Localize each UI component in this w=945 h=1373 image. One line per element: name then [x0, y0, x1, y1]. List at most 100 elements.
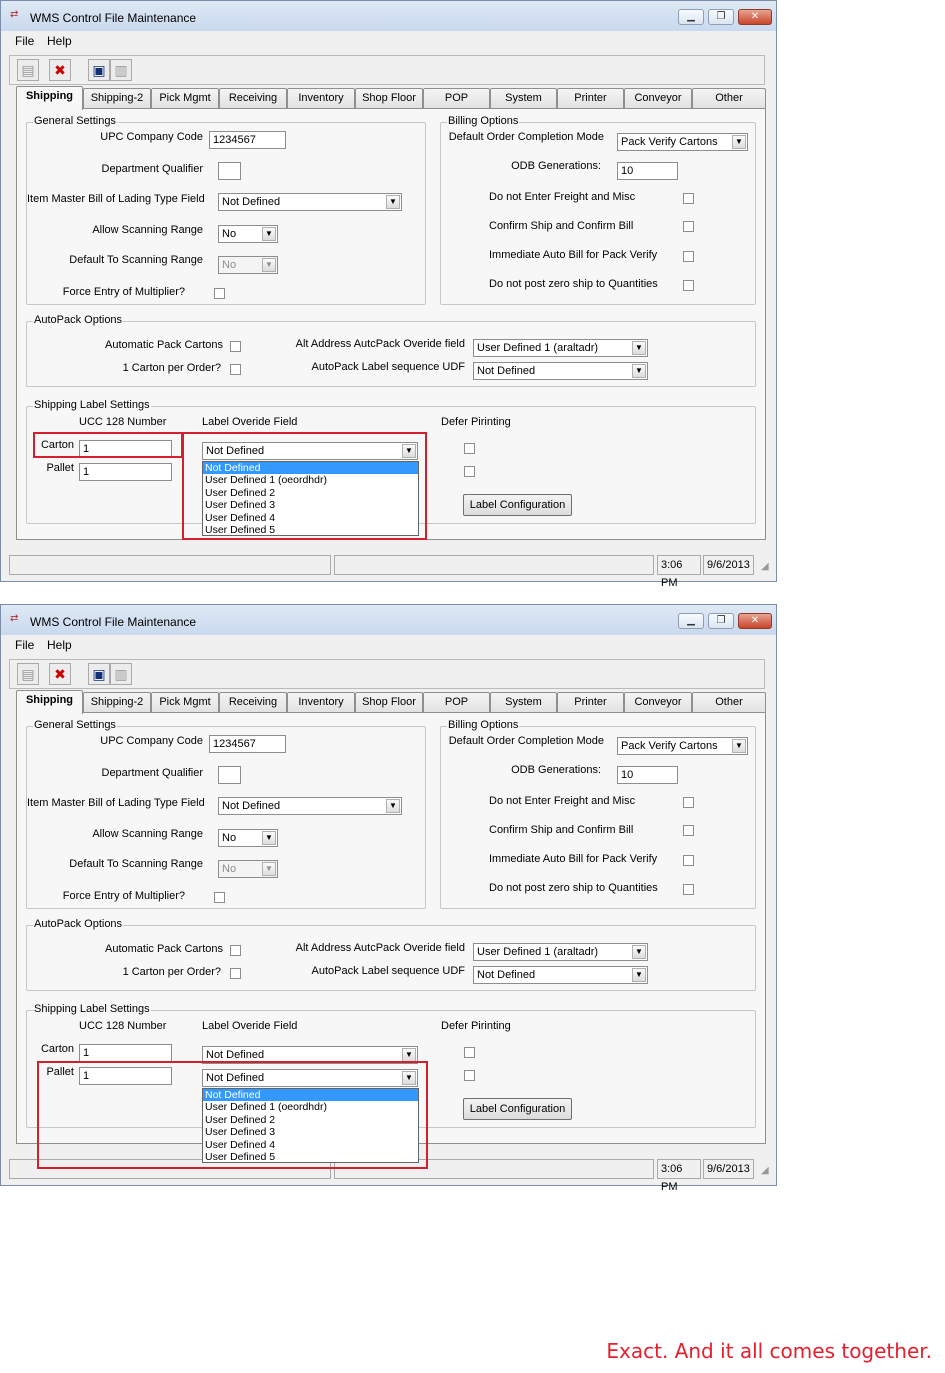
resize-grip-icon[interactable]: ◢	[761, 561, 769, 572]
tab-pick-mgmt[interactable]: Pick Mgmt	[151, 692, 219, 712]
chevron-down-icon[interactable]: ▼	[632, 341, 646, 355]
dropdown-option[interactable]: User Defined 5	[203, 1151, 418, 1163]
chevron-down-icon[interactable]: ▼	[386, 195, 400, 209]
alt-address-select[interactable]: User Defined 1 (araltadr) ▼	[473, 943, 648, 961]
odb-generations-input[interactable]: 10	[617, 766, 678, 784]
pallet-ucc-input[interactable]: 1	[79, 463, 172, 481]
auto-pack-checkbox[interactable]	[230, 945, 241, 956]
allow-scan-select[interactable]: No ▼	[218, 225, 278, 243]
auto-pack-checkbox[interactable]	[230, 341, 241, 352]
one-carton-checkbox[interactable]	[230, 968, 241, 979]
override-dropdown-list[interactable]: Not Defined User Defined 1 (oeordhdr) Us…	[202, 461, 419, 536]
cancel-x-icon[interactable]: ✖	[49, 663, 71, 685]
tab-conveyor[interactable]: Conveyor	[624, 692, 692, 712]
autobill-checkbox[interactable]	[683, 251, 694, 262]
tab-inventory[interactable]: Inventory	[287, 88, 355, 108]
cancel-x-icon[interactable]: ✖	[49, 59, 71, 81]
tab-printer[interactable]: Printer	[557, 88, 624, 108]
dropdown-option[interactable]: User Defined 2	[203, 487, 418, 499]
dropdown-option[interactable]: User Defined 4	[203, 1139, 418, 1151]
minimize-icon[interactable]: ▁	[678, 9, 704, 25]
chevron-down-icon[interactable]: ▼	[262, 831, 276, 845]
tab-other[interactable]: Other	[692, 88, 766, 108]
bol-type-select[interactable]: Not Defined ▼	[218, 797, 402, 815]
resize-grip-icon[interactable]: ◢	[761, 1165, 769, 1176]
restore-icon[interactable]: ❐	[708, 9, 734, 25]
tab-printer[interactable]: Printer	[557, 692, 624, 712]
carton-defer-checkbox[interactable]	[464, 1047, 475, 1058]
save-disk-icon[interactable]: ▣	[88, 663, 110, 685]
dropdown-option[interactable]: Not Defined	[203, 462, 418, 475]
dropdown-option[interactable]: Not Defined	[203, 1089, 418, 1102]
pallet-defer-checkbox[interactable]	[464, 1070, 475, 1081]
zero-ship-checkbox[interactable]	[683, 884, 694, 895]
allow-scan-select[interactable]: No ▼	[218, 829, 278, 847]
tab-conveyor[interactable]: Conveyor	[624, 88, 692, 108]
menu-file[interactable]: File	[15, 638, 34, 652]
label-configuration-button[interactable]: Label Configuration	[463, 494, 572, 516]
tab-pop[interactable]: POP	[423, 692, 490, 712]
tab-shop-floor[interactable]: Shop Floor	[355, 692, 423, 712]
dropdown-option[interactable]: User Defined 4	[203, 512, 418, 524]
freight-checkbox[interactable]	[683, 797, 694, 808]
dropdown-option[interactable]: User Defined 5	[203, 524, 418, 536]
dept-qualifier-input[interactable]	[218, 162, 241, 180]
chevron-down-icon[interactable]: ▼	[732, 135, 746, 149]
force-multiplier-checkbox[interactable]	[214, 892, 225, 903]
chevron-down-icon[interactable]: ▼	[262, 227, 276, 241]
menu-file[interactable]: File	[15, 34, 34, 48]
tab-shipping[interactable]: Shipping	[16, 86, 83, 110]
seq-udf-select[interactable]: Not Defined ▼	[473, 362, 648, 380]
bol-type-select[interactable]: Not Defined ▼	[218, 193, 402, 211]
chevron-down-icon[interactable]: ▼	[402, 1048, 416, 1062]
restore-icon[interactable]: ❐	[708, 613, 734, 629]
label-configuration-button[interactable]: Label Configuration	[463, 1098, 572, 1120]
carton-ucc-input[interactable]: 1	[79, 1044, 172, 1062]
upc-company-code-input[interactable]: 1234567	[209, 131, 286, 149]
close-icon[interactable]: ✕	[738, 9, 772, 25]
override-dropdown-list[interactable]: Not Defined User Defined 1 (oeordhdr) Us…	[202, 1088, 419, 1163]
odb-generations-input[interactable]: 10	[617, 162, 678, 180]
alt-address-select[interactable]: User Defined 1 (araltadr) ▼	[473, 339, 648, 357]
force-multiplier-checkbox[interactable]	[214, 288, 225, 299]
new-record-icon[interactable]: ▤	[17, 663, 39, 685]
tab-system[interactable]: System	[490, 88, 557, 108]
tab-other[interactable]: Other	[692, 692, 766, 712]
minimize-icon[interactable]: ▁	[678, 613, 704, 629]
title-bar[interactable]: ⇄ WMS Control File Maintenance ▁ ❐ ✕	[1, 1, 776, 31]
tab-pick-mgmt[interactable]: Pick Mgmt	[151, 88, 219, 108]
completion-mode-select[interactable]: Pack Verify Cartons ▼	[617, 737, 748, 755]
delete-trash-icon[interactable]: ▥	[110, 59, 132, 81]
tab-shop-floor[interactable]: Shop Floor	[355, 88, 423, 108]
dropdown-option[interactable]: User Defined 3	[203, 499, 418, 511]
tab-pop[interactable]: POP	[423, 88, 490, 108]
autobill-checkbox[interactable]	[683, 855, 694, 866]
pallet-defer-checkbox[interactable]	[464, 466, 475, 477]
tab-inventory[interactable]: Inventory	[287, 692, 355, 712]
completion-mode-select[interactable]: Pack Verify Cartons ▼	[617, 133, 748, 151]
delete-trash-icon[interactable]: ▥	[110, 663, 132, 685]
chevron-down-icon[interactable]: ▼	[632, 945, 646, 959]
save-disk-icon[interactable]: ▣	[88, 59, 110, 81]
chevron-down-icon[interactable]: ▼	[632, 968, 646, 982]
chevron-down-icon[interactable]: ▼	[632, 364, 646, 378]
confirm-checkbox[interactable]	[683, 825, 694, 836]
one-carton-checkbox[interactable]	[230, 364, 241, 375]
seq-udf-select[interactable]: Not Defined ▼	[473, 966, 648, 984]
upc-company-code-input[interactable]: 1234567	[209, 735, 286, 753]
carton-defer-checkbox[interactable]	[464, 443, 475, 454]
chevron-down-icon[interactable]: ▼	[386, 799, 400, 813]
menu-help[interactable]: Help	[47, 638, 72, 652]
tab-system[interactable]: System	[490, 692, 557, 712]
title-bar[interactable]: ⇄ WMS Control File Maintenance ▁ ❐ ✕	[1, 605, 776, 635]
tab-shipping-2[interactable]: Shipping-2	[83, 692, 151, 712]
freight-checkbox[interactable]	[683, 193, 694, 204]
tab-shipping-2[interactable]: Shipping-2	[83, 88, 151, 108]
menu-help[interactable]: Help	[47, 34, 72, 48]
dropdown-option[interactable]: User Defined 3	[203, 1126, 418, 1138]
tab-receiving[interactable]: Receiving	[219, 88, 287, 108]
dept-qualifier-input[interactable]	[218, 766, 241, 784]
tab-receiving[interactable]: Receiving	[219, 692, 287, 712]
dropdown-option[interactable]: User Defined 1 (oeordhdr)	[203, 1101, 418, 1113]
close-icon[interactable]: ✕	[738, 613, 772, 629]
